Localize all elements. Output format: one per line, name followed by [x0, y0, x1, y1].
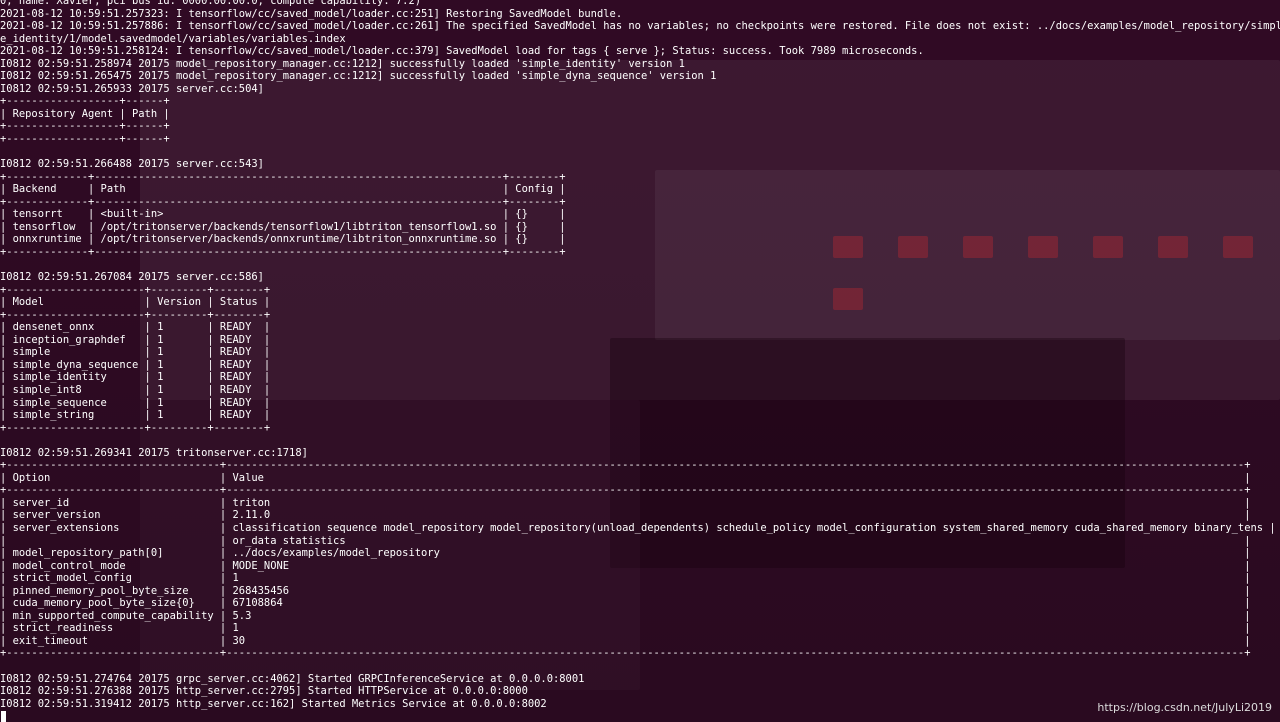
terminal-window[interactable]: 0, name: Xavier, pci bus id: 0000:00:00.… [0, 0, 1280, 722]
terminal-line: | onnxruntime | /opt/tritonserver/backen… [0, 233, 566, 246]
terminal-line: 2021-08-12 10:59:51.257323: I tensorflow… [0, 7, 623, 20]
terminal-line: I0812 02:59:51.265933 20175 server.cc:50… [0, 82, 264, 95]
terminal-line: I0812 02:59:51.266488 20175 server.cc:54… [0, 158, 264, 171]
terminal-line: I0812 02:59:51.319412 20175 http_server.… [0, 697, 547, 710]
terminal-line: | server_version | 2.11.0 | [0, 509, 1251, 522]
terminal-line: | cuda_memory_pool_byte_size{0} | 671088… [0, 597, 1251, 610]
terminal-line: +------------------+------+ [0, 133, 170, 146]
terminal-line: | Repository Agent | Path | [0, 107, 170, 120]
terminal-line: +----------------------------------+----… [0, 484, 1251, 497]
terminal-line: +----------------------------------+----… [0, 647, 1251, 660]
terminal-line: | pinned_memory_pool_byte_size | 2684354… [0, 584, 1251, 597]
terminal-line: | tensorrt | <built-in> | {} | [0, 208, 566, 221]
terminal-line: +----------------------------------+----… [0, 459, 1251, 472]
terminal-output: 0, name: Xavier, pci bus id: 0000:00:00.… [0, 0, 1280, 710]
terminal-line: | simple_identity | 1 | READY | [0, 371, 271, 384]
terminal-line: | server_id | triton | [0, 496, 1251, 509]
terminal-line: | | or_data statistics | [0, 534, 1251, 547]
terminal-line: I0812 02:59:51.265475 20175 model_reposi… [0, 70, 717, 83]
terminal-line: 2021-08-12 10:59:51.258124: I tensorflow… [0, 45, 924, 58]
terminal-line: | tensorflow | /opt/tritonserver/backend… [0, 220, 566, 233]
terminal-line: | model_control_mode | MODE_NONE | [0, 559, 1251, 572]
terminal-line: | simple | 1 | READY | [0, 346, 271, 359]
terminal-line: | server_extensions | classification seq… [0, 521, 1276, 534]
terminal-line: I0812 02:59:51.274764 20175 grpc_server.… [0, 672, 585, 685]
terminal-line: 0, name: Xavier, pci bus id: 0000:00:00.… [0, 0, 422, 7]
terminal-line: | inception_graphdef | 1 | READY | [0, 333, 271, 346]
terminal-line: | Backend | Path | Config | [0, 183, 566, 196]
terminal-line: | min_supported_compute_capability | 5.3… [0, 609, 1251, 622]
terminal-line: e_identity/1/model.savedmodel/variables/… [0, 32, 346, 45]
terminal-line: | strict_readiness | 1 | [0, 622, 1251, 635]
terminal-line: +----------------------+---------+------… [0, 283, 271, 296]
terminal-line: +------------------+------+ [0, 120, 170, 133]
terminal-line: +-------------+-------------------------… [0, 170, 566, 183]
terminal-line: +-------------+-------------------------… [0, 195, 566, 208]
terminal-line: | Option | Value | [0, 471, 1251, 484]
terminal-line: | simple_int8 | 1 | READY | [0, 383, 271, 396]
terminal-line: I0812 02:59:51.258974 20175 model_reposi… [0, 57, 685, 70]
terminal-line: | exit_timeout | 30 | [0, 634, 1251, 647]
watermark-text: https://blog.csdn.net/JulyLi2019 [1097, 701, 1272, 714]
terminal-line: I0812 02:59:51.267084 20175 server.cc:58… [0, 271, 264, 284]
terminal-line: | simple_dyna_sequence | 1 | READY | [0, 358, 271, 371]
terminal-line: 2021-08-12 10:59:51.257886: I tensorflow… [0, 20, 1280, 33]
terminal-line: I0812 02:59:51.269341 20175 tritonserver… [0, 446, 308, 459]
terminal-line: +------------------+------+ [0, 95, 170, 108]
terminal-line: +-------------+-------------------------… [0, 245, 566, 258]
terminal-line: | simple_string | 1 | READY | [0, 409, 271, 422]
terminal-line: I0812 02:59:51.276388 20175 http_server.… [0, 685, 528, 698]
terminal-line: | densenet_onnx | 1 | READY | [0, 321, 271, 334]
terminal-cursor [1, 711, 6, 722]
terminal-line: +----------------------+---------+------… [0, 421, 271, 434]
terminal-line: +----------------------+---------+------… [0, 308, 271, 321]
terminal-line: | strict_model_config | 1 | [0, 572, 1251, 585]
terminal-line: | simple_sequence | 1 | READY | [0, 396, 271, 409]
terminal-line: | model_repository_path[0] | ../docs/exa… [0, 547, 1251, 560]
terminal-line: | Model | Version | Status | [0, 296, 271, 309]
